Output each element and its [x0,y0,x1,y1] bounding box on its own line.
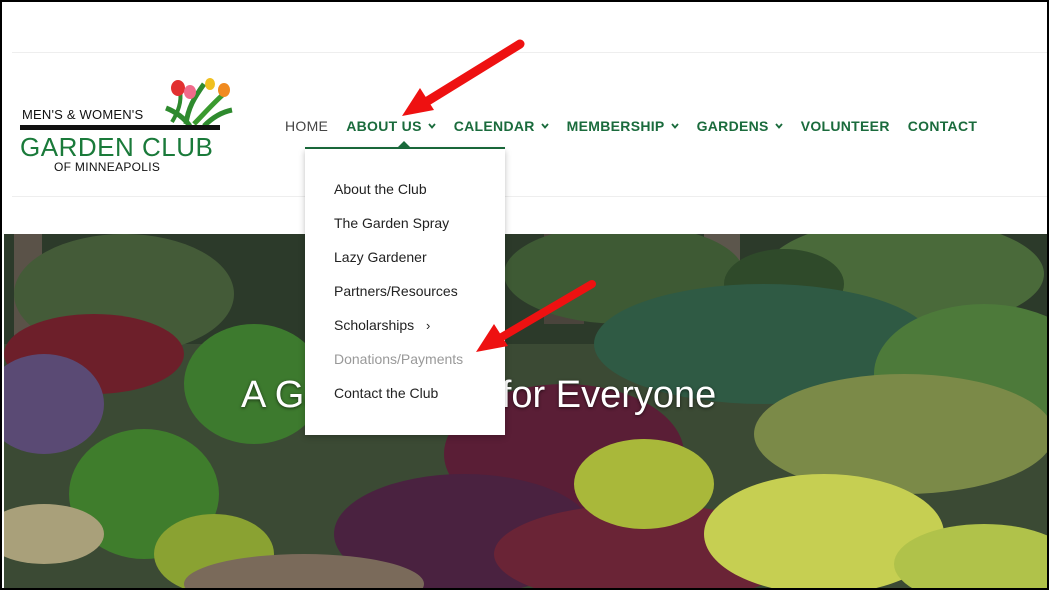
main-nav: HOME ABOUT US CALENDAR MEMBERSHIP GARDEN… [285,115,995,137]
nav-home-label: HOME [285,118,329,134]
menu-item-label: Donations/Payments [334,351,464,367]
menu-item-donations-payments[interactable]: Donations/Payments [305,347,505,381]
site-logo[interactable]: MEN'S & WOMEN'S GARDEN CLUB OF MINNEAPOL… [18,78,233,178]
about-us-dropdown-menu: About the Club The Garden Spray Lazy Gar… [305,149,505,435]
menu-item-label: The Garden Spray [334,215,450,231]
menu-item-partners-resources[interactable]: Partners/Resources [305,279,505,313]
nav-gardens-label: GARDENS [696,118,769,134]
menu-item-lazy-gardener[interactable]: Lazy Gardener [305,245,505,279]
nav-calendar-label: CALENDAR [453,118,535,134]
logo-text-top: MEN'S & WOMEN'S [22,107,144,122]
nav-membership[interactable]: MEMBERSHIP [567,118,679,134]
menu-item-the-garden-spray[interactable]: The Garden Spray [305,211,505,245]
menu-item-label: Partners/Resources [334,283,458,299]
nav-volunteer-label: VOLUNTEER [800,118,890,134]
nav-calendar[interactable]: CALENDAR [454,118,549,134]
header-divider-top [12,52,1047,53]
chevron-down-icon [540,123,549,129]
nav-contact[interactable]: CONTACT [908,118,978,134]
menu-item-contact-the-club[interactable]: Contact the Club [305,381,505,415]
tulip-icon [165,78,233,128]
menu-item-label: Scholarships [334,317,415,333]
nav-about-us[interactable]: ABOUT US [346,118,436,134]
browser-viewport: MEN'S & WOMEN'S GARDEN CLUB OF MINNEAPOL… [0,0,1049,590]
site-header: MEN'S & WOMEN'S GARDEN CLUB OF MINNEAPOL… [2,2,1047,234]
menu-item-about-the-club[interactable]: About the Club [305,177,505,211]
menu-item-scholarships[interactable]: Scholarships › [305,313,505,347]
chevron-down-icon [428,123,436,129]
nav-about-us-label: ABOUT US [346,118,422,134]
chevron-down-icon [775,123,783,129]
hero-banner: A Garden Club for Everyone [4,234,1047,588]
logo-text-bottom: OF MINNEAPOLIS [54,160,161,174]
nav-contact-label: CONTACT [907,118,978,134]
nav-home[interactable]: HOME [285,118,328,134]
logo-text-main: GARDEN CLUB [20,132,214,162]
nav-membership-label: MEMBERSHIP [566,118,665,134]
menu-item-label: Contact the Club [334,385,439,401]
menu-item-label: About the Club [334,181,427,197]
chevron-down-icon [670,123,679,129]
chevron-right-icon: › [426,318,431,333]
menu-item-label: Lazy Gardener [334,249,427,265]
nav-gardens[interactable]: GARDENS [697,118,783,134]
header-divider-bottom [12,196,1047,197]
nav-volunteer[interactable]: VOLUNTEER [801,118,890,134]
logo-divider [20,125,220,130]
